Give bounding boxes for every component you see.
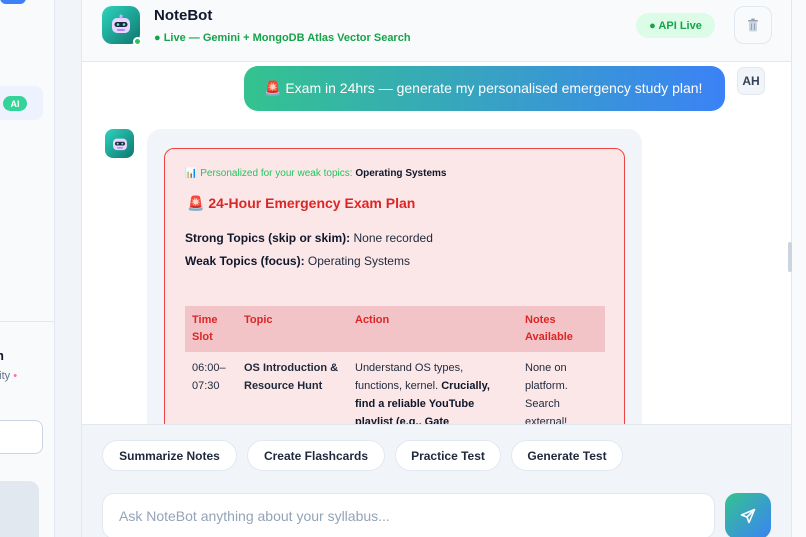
composer-area: Summarize Notes Create Flashcards Practi… bbox=[82, 424, 791, 537]
bot-name: NoteBot bbox=[154, 7, 213, 24]
create-flashcards-button[interactable]: Create Flashcards bbox=[247, 440, 385, 471]
personalized-note: 📊 Personalized for your weak topics: Ope… bbox=[185, 168, 446, 179]
strong-topics-value: None recorded bbox=[353, 231, 433, 245]
sidebar: AI n rsity • bbox=[0, 0, 55, 537]
practice-test-button[interactable]: Practice Test bbox=[395, 440, 501, 471]
topic-cell: OS Introduction & Resource Hunt bbox=[244, 362, 339, 392]
user-avatar: AH bbox=[737, 67, 765, 95]
action-cell: Understand OS types, functions, kernel. … bbox=[348, 352, 518, 424]
personalized-label: 📊 Personalized for your weak topics: bbox=[185, 168, 353, 179]
study-plan-table: Time Slot Topic Action Notes Available 0… bbox=[185, 306, 605, 424]
generate-test-button[interactable]: Generate Test bbox=[511, 440, 623, 471]
chat-scrollbar-thumb[interactable] bbox=[788, 242, 792, 272]
page-scrollbar-track[interactable] bbox=[792, 0, 806, 537]
bot-status: ● Live — Gemini + MongoDB Atlas Vector S… bbox=[154, 32, 411, 44]
table-header-row: Time Slot Topic Action Notes Available bbox=[185, 306, 605, 352]
strong-topics-label: Strong Topics (skip or skim): bbox=[185, 231, 351, 245]
user-message: 🚨 Exam in 24hrs — generate my personalis… bbox=[244, 66, 725, 111]
notes-cell: None on platform. Search external! bbox=[525, 362, 568, 424]
online-indicator bbox=[133, 37, 142, 46]
bot-message-avatar bbox=[105, 129, 134, 158]
study-plan-card: 📊 Personalized for your weak topics: Ope… bbox=[164, 148, 625, 424]
weak-topics: Weak Topics (focus): Operating Systems bbox=[185, 254, 410, 268]
weak-topics-label: Weak Topics (focus): bbox=[185, 254, 305, 268]
robot-icon bbox=[112, 138, 127, 150]
sidebar-input[interactable] bbox=[0, 420, 43, 454]
bot-message: 📊 Personalized for your weak topics: Ope… bbox=[147, 129, 642, 424]
sidebar-top-chip[interactable] bbox=[0, 0, 26, 4]
time-slot-cell: 06:00–07:30 bbox=[192, 362, 226, 392]
ai-badge: AI bbox=[3, 96, 27, 111]
column-header: Action bbox=[348, 306, 518, 352]
profile-sub-dot: • bbox=[13, 370, 18, 382]
send-button[interactable] bbox=[725, 493, 771, 537]
table-row: 06:00–07:30 OS Introduction & Resource H… bbox=[185, 352, 605, 424]
summarize-notes-button[interactable]: Summarize Notes bbox=[102, 440, 237, 471]
chat-header: NoteBot ● Live — Gemini + MongoDB Atlas … bbox=[82, 0, 791, 62]
column-header: Topic bbox=[237, 306, 348, 352]
chat-panel: NoteBot ● Live — Gemini + MongoDB Atlas … bbox=[81, 0, 792, 537]
robot-icon bbox=[112, 14, 130, 33]
strong-topics: Strong Topics (skip or skim): None recor… bbox=[185, 231, 433, 245]
message-list[interactable]: 🚨 Exam in 24hrs — generate my personalis… bbox=[82, 62, 791, 424]
send-icon bbox=[740, 508, 756, 524]
clear-chat-button[interactable] bbox=[734, 6, 772, 44]
profile-subtitle: rsity • bbox=[0, 370, 17, 382]
trash-icon bbox=[748, 18, 758, 32]
personalized-topic: Operating Systems bbox=[355, 168, 447, 179]
sidebar-card[interactable] bbox=[0, 481, 39, 537]
column-header: Notes Available bbox=[518, 306, 605, 352]
profile-sub-text: rsity bbox=[0, 370, 11, 382]
message-input[interactable] bbox=[102, 493, 715, 537]
api-status-badge: ● API Live bbox=[636, 13, 715, 38]
profile-name: n bbox=[0, 348, 4, 363]
plan-title: 🚨 24-Hour Emergency Exam Plan bbox=[187, 195, 416, 211]
sidebar-divider bbox=[0, 321, 54, 322]
weak-topics-value: Operating Systems bbox=[307, 254, 410, 268]
column-header: Time Slot bbox=[185, 306, 237, 352]
